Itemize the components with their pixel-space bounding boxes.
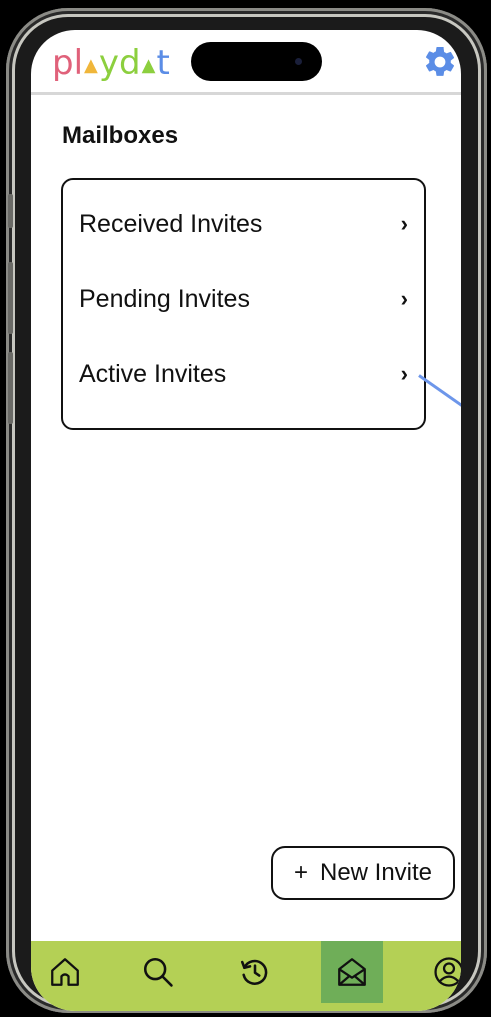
playdate-logo: p l ▲ y d ▲ t xyxy=(52,43,170,83)
mailbox-list: Received Invites › Pending Invites › Act… xyxy=(61,178,426,430)
phone-mute-switch xyxy=(8,194,13,228)
chevron-right-icon: › xyxy=(400,211,408,236)
app-screen: p l ▲ y d ▲ t Mailboxes Received Invites… xyxy=(31,30,461,1011)
logo-letter: p xyxy=(52,43,74,83)
phone-volume-down xyxy=(8,352,13,424)
mailbox-item-pending[interactable]: Pending Invites › xyxy=(79,277,414,321)
settings-button[interactable] xyxy=(421,43,459,81)
mailbox-item-received[interactable]: Received Invites › xyxy=(79,202,414,246)
tab-history[interactable] xyxy=(224,941,286,1003)
chevron-right-icon: › xyxy=(400,286,408,311)
mailbox-item-active[interactable]: Active Invites › xyxy=(79,352,414,396)
profile-icon xyxy=(434,957,461,987)
home-icon xyxy=(51,958,79,986)
logo-letter: y xyxy=(98,43,120,83)
plus-icon: + xyxy=(293,859,308,886)
tab-home[interactable] xyxy=(34,941,96,1003)
tab-profile[interactable] xyxy=(418,941,461,1003)
search-icon xyxy=(143,957,173,987)
logo-triangle: ▲ xyxy=(141,55,156,76)
app-header: p l ▲ y d ▲ t xyxy=(31,30,461,92)
mailbox-item-label: Received Invites xyxy=(79,209,263,238)
tab-mailbox[interactable] xyxy=(321,941,383,1003)
logo-letter: d xyxy=(119,43,141,83)
mailbox-item-label: Pending Invites xyxy=(79,284,250,313)
logo-triangle: ▲ xyxy=(84,55,98,76)
phone-volume-up xyxy=(8,262,13,334)
new-invite-label: New Invite xyxy=(319,859,433,886)
camera-icon xyxy=(295,58,302,65)
mailbox-item-label: Active Invites xyxy=(79,359,227,388)
bottom-tab-bar xyxy=(31,941,461,1011)
header-divider xyxy=(31,92,461,95)
mailbox-icon xyxy=(338,958,366,986)
tab-search[interactable] xyxy=(127,941,189,1003)
new-invite-button[interactable]: + New Invite xyxy=(271,846,455,900)
page-title: Mailboxes xyxy=(62,122,179,149)
history-icon xyxy=(240,959,268,985)
logo-letter: t xyxy=(156,43,170,83)
dynamic-island xyxy=(191,42,322,81)
chevron-right-icon: › xyxy=(400,361,408,386)
logo-letter: l xyxy=(73,43,84,83)
gear-icon xyxy=(425,46,455,76)
